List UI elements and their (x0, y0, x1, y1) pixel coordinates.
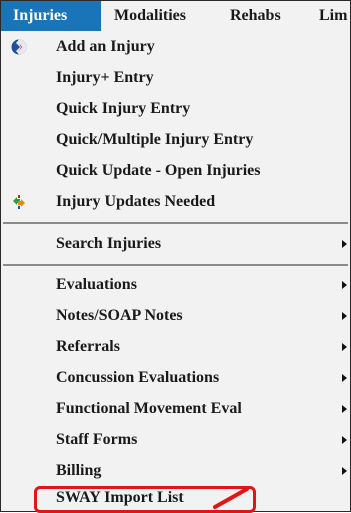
menu-item-referrals[interactable]: Referrals (1, 331, 350, 362)
menu-item-label: Concussion Evaluations (56, 369, 220, 386)
submenu-arrow-icon (342, 374, 347, 382)
menubar-modalities[interactable]: Modalities (114, 1, 186, 31)
submenu-arrow-icon (342, 343, 347, 351)
injuries-dropdown-menu: Add an Injury Injury+ Entry Quick Injury… (1, 31, 350, 513)
menu-item-label: Staff Forms (56, 431, 138, 448)
menu-item-evaluations[interactable]: Evaluations (1, 269, 350, 300)
submenu-arrow-icon (342, 312, 347, 320)
submenu-arrow-icon (342, 467, 347, 475)
menu-item-label: Quick Update - Open Injuries (56, 162, 261, 179)
menu-item-label: Add an Injury (56, 38, 155, 55)
menu-item-label: Functional Movement Eval (56, 400, 242, 417)
menubar-lim[interactable]: Lim (319, 1, 347, 31)
menu-item-quick-multiple-injury-entry[interactable]: Quick/Multiple Injury Entry (1, 124, 350, 155)
menu-item-label: Search Injuries (56, 235, 162, 252)
menu-item-label: Evaluations (56, 276, 137, 293)
menu-item-label: Injury+ Entry (56, 69, 154, 86)
pen-annotation-icon (213, 487, 249, 509)
menu-separator (3, 222, 348, 224)
menubar-rehabs[interactable]: Rehabs (230, 1, 281, 31)
menu-item-label: Quick/Multiple Injury Entry (56, 131, 254, 148)
menu-item-functional-movement-eval[interactable]: Functional Movement Eval (1, 393, 350, 424)
menu-item-label: Notes/SOAP Notes (56, 307, 183, 324)
menu-item-label: Referrals (56, 338, 120, 355)
menu-item-concussion-evaluations[interactable]: Concussion Evaluations (1, 362, 350, 393)
menu-item-quick-injury-entry[interactable]: Quick Injury Entry (1, 93, 350, 124)
menu-item-injury-plus-entry[interactable]: Injury+ Entry (1, 62, 350, 93)
submenu-arrow-icon (342, 405, 347, 413)
menu-item-quick-update-open-injuries[interactable]: Quick Update - Open Injuries (1, 155, 350, 186)
menu-item-label: Quick Injury Entry (56, 100, 191, 117)
menu-item-staff-forms[interactable]: Staff Forms (1, 424, 350, 455)
menu-item-add-an-injury[interactable]: Add an Injury (1, 31, 350, 62)
menu-item-injury-updates-needed[interactable]: Injury Updates Needed (1, 186, 350, 217)
menu-bar: Injuries Modalities Rehabs Lim (1, 1, 350, 31)
updates-icon (13, 195, 25, 209)
submenu-arrow-icon (342, 436, 347, 444)
menu-item-sway-import-list[interactable]: SWAY Import List (1, 482, 350, 513)
menu-item-notes-soap-notes[interactable]: Notes/SOAP Notes (1, 300, 350, 331)
menubar-injuries[interactable]: Injuries (1, 1, 101, 31)
menu-item-search-injuries[interactable]: Search Injuries (1, 228, 350, 259)
menu-window: Injuries Modalities Rehabs Lim Add an In… (0, 0, 351, 513)
submenu-arrow-icon (342, 281, 347, 289)
submenu-arrow-icon (342, 240, 347, 248)
menu-separator (3, 264, 348, 266)
menu-item-label: Injury Updates Needed (56, 193, 216, 210)
menu-item-label: SWAY Import List (56, 489, 184, 506)
globe-icon (11, 39, 27, 55)
